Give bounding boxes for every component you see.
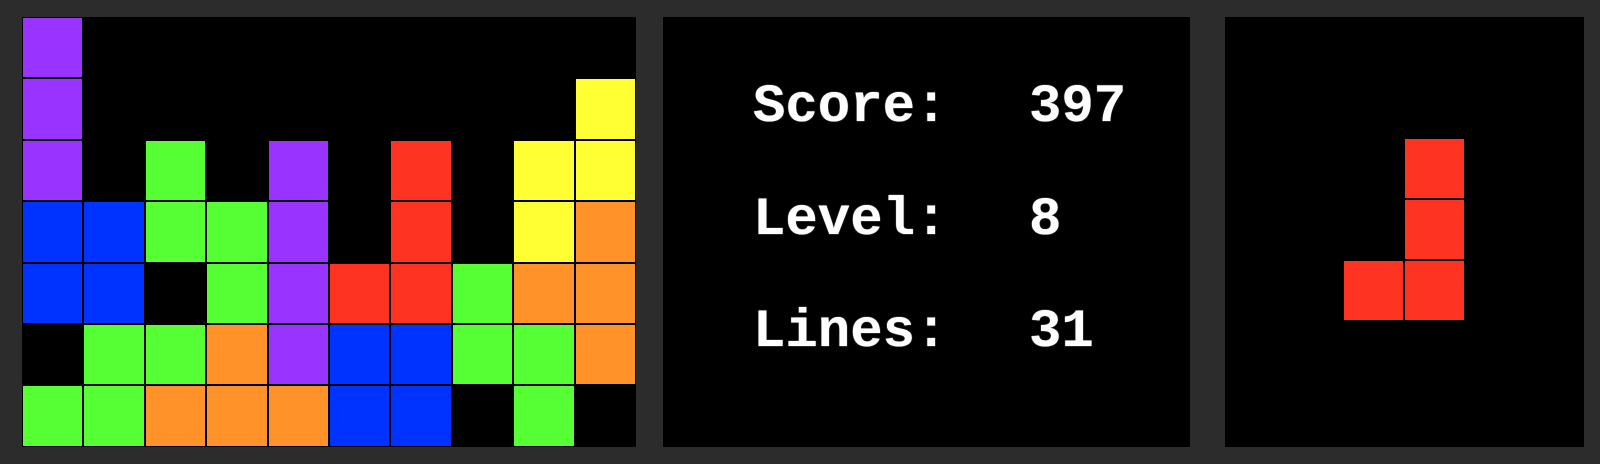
lines-row: Lines: 31	[753, 306, 1094, 360]
level-value: 8	[1029, 190, 1062, 251]
next-piece-preview	[1225, 17, 1584, 447]
board-block	[329, 324, 391, 386]
board-block	[267, 324, 329, 386]
game-board	[22, 17, 636, 447]
board-block	[513, 139, 575, 202]
board-block	[22, 201, 84, 263]
board-block	[574, 139, 636, 202]
board-block	[451, 324, 514, 386]
board-block	[144, 139, 207, 202]
score-label: Score:	[753, 77, 948, 138]
board-block	[574, 262, 636, 324]
board-block	[206, 385, 268, 447]
board-block	[22, 262, 84, 324]
board-block	[22, 78, 84, 140]
board-block	[83, 324, 145, 386]
board-block	[329, 262, 391, 324]
lines-label: Lines:	[753, 302, 948, 363]
board-block	[574, 324, 636, 386]
board-block	[390, 201, 452, 263]
board-block	[390, 324, 452, 386]
board-block	[22, 17, 84, 79]
board-block	[329, 385, 391, 447]
board-block	[83, 385, 145, 447]
next-piece-block	[1404, 260, 1465, 321]
board-block	[267, 201, 329, 263]
board-block	[390, 385, 452, 447]
board-block	[83, 201, 145, 263]
lines-value: 31	[1029, 302, 1094, 363]
board-block	[513, 385, 575, 447]
board-block	[267, 385, 329, 447]
next-piece-block	[1404, 199, 1465, 260]
level-label: Level:	[753, 190, 948, 251]
board-block	[144, 385, 207, 447]
level-row: Level: 8	[753, 194, 1061, 248]
board-block	[267, 139, 329, 202]
board-block	[22, 139, 84, 202]
board-block	[574, 78, 636, 140]
next-piece-block	[1404, 138, 1465, 199]
board-block	[513, 262, 575, 324]
stats-panel: Score: 397 Level: 8 Lines: 31	[663, 17, 1190, 447]
board-block	[513, 201, 575, 263]
next-piece-block	[1343, 260, 1404, 321]
score-value: 397	[1029, 77, 1127, 138]
board-block	[390, 262, 452, 324]
board-block	[206, 324, 268, 386]
board-block	[22, 385, 84, 447]
board-block	[451, 262, 514, 324]
score-row: Score: 397	[753, 81, 1126, 135]
board-block	[144, 324, 207, 386]
board-block	[267, 262, 329, 324]
board-block	[574, 201, 636, 263]
board-block	[83, 262, 145, 324]
board-block	[513, 324, 575, 386]
board-block	[390, 139, 452, 202]
board-block	[206, 262, 268, 324]
board-block	[206, 201, 268, 263]
board-block	[144, 201, 207, 263]
